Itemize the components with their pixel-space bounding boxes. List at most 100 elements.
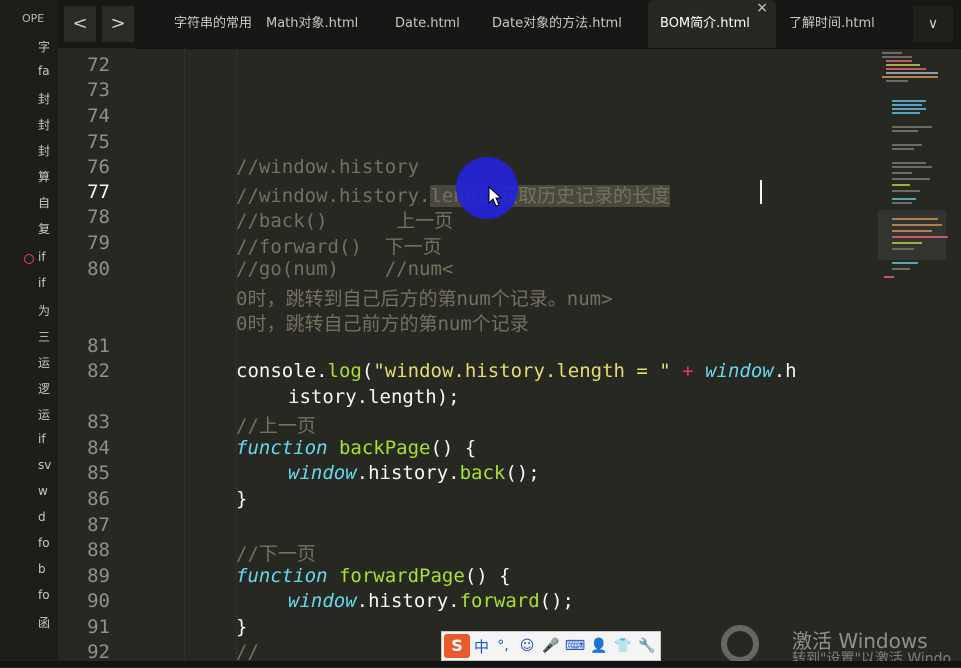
code-line-80-wrap-1: 0时，跳转到自己后方的第num个记录。num> [236,288,613,310]
sidebar-file-item[interactable]: 字 [30,38,56,60]
tab-prev-button[interactable]: < [64,6,96,42]
ime-language-toggle[interactable]: 中 [474,636,489,657]
tab-label: BOM简介.html [660,16,750,31]
code-token: forward [459,590,540,612]
sidebar-file-item[interactable]: if [30,432,56,454]
user-icon[interactable]: 👤 [589,636,609,656]
line-number: 72 [87,54,110,76]
shirt-icon[interactable]: 👕 [613,636,633,656]
microphone-icon[interactable]: 🎤 [541,636,561,656]
keyboard-icon[interactable]: ⌨ [565,636,585,656]
wrench-icon[interactable]: 🔧 [637,636,657,656]
tab-label: Math对象.html [266,16,359,31]
code-line-80-wrap-2: 0时，跳转自己前方的第num个记录 [236,313,529,335]
code-editor[interactable]: //window.history //window.history.length… [136,48,876,667]
sidebar-file-item[interactable]: 函 [30,614,56,636]
code-line-90: window.history.forward(); [288,590,574,612]
line-number: 77 [87,181,110,203]
code-token: .history. [356,462,460,484]
mouse-pointer-icon [488,186,503,207]
line-number: 92 [87,641,110,663]
tab-label: Date对象的方法.html [492,16,622,31]
tab-time[interactable]: 了解时间.html [789,0,899,48]
code-text: //window.history. [236,185,431,207]
sidebar-file-item[interactable]: 三 [30,328,56,350]
sidebar-file-item[interactable]: if [30,250,56,272]
sidebar-file-item[interactable]: sv [30,458,56,480]
sidebar-file-item[interactable]: if [30,276,56,298]
tab-math[interactable]: Math对象.html [266,0,376,48]
line-number: 88 [87,539,110,561]
code-line-92: // [236,641,259,663]
code-token: .history. [356,590,460,612]
line-number: 74 [87,105,110,127]
sidebar-file-item[interactable]: 自 [30,194,56,216]
smile-icon[interactable]: ☺ [517,636,537,656]
code-token: "window.history.length = " [373,360,671,382]
sidebar-file-item[interactable]: 运 [30,354,56,376]
tab-next-button[interactable]: > [102,6,134,42]
tab-list-dropdown[interactable]: ∨ [913,6,953,42]
tab-label: 了解时间.html [789,16,875,31]
tab-label: 字符串的常用 [174,16,253,31]
close-icon[interactable]: × [756,0,768,16]
ime-logo-icon[interactable]: S [444,634,470,658]
indent-guide [184,48,186,667]
sidebar-file-item[interactable]: 逻 [30,380,56,402]
tab-date-methods[interactable]: Date对象的方法.html [492,0,642,48]
code-token: (); [539,590,574,612]
code-line-82: console.log("window.history.length = " +… [236,360,797,382]
line-number: 76 [87,156,110,178]
sidebar-file-item[interactable]: 封 [30,142,56,164]
tab-bom-intro[interactable]: BOM简介.html × [648,0,776,48]
code-line-77: //window.history.length获取历史记录的长度 [236,181,671,208]
sidebar-file-item[interactable]: 为 [30,302,56,324]
tab-date[interactable]: Date.html [395,0,485,48]
code-line-83: //上一页 [236,415,316,437]
code-token: forwardPage [338,565,465,587]
code-token: console [236,360,317,382]
ime-punctuation-toggle[interactable]: °, [493,636,513,656]
code-token: (); [505,462,540,484]
sidebar-file-item[interactable]: 复 [30,220,56,242]
line-number: 84 [87,437,110,459]
line-number-gutter: 72 73 74 75 76 77 78 79 80 81 82 83 84 85 86 87 88 89 90 91… [58,48,136,667]
code-line-88: //下一页 [236,543,316,565]
sidebar-file-item[interactable]: fa [30,64,56,86]
code-token: ( [361,360,374,382]
code-token: () { [430,437,477,459]
line-number: 86 [87,488,110,510]
code-line-82-wrap: istory.length); [288,386,460,408]
code-line-76: //window.history [236,156,420,178]
tab-bar: < > 字符串的常用 Math对象.html Date.html Date对象的… [58,0,961,49]
sidebar-file-item[interactable]: fo [30,588,56,610]
code-token: backPage [338,437,431,459]
sidebar-file-item[interactable]: 封 [30,116,56,138]
minimap[interactable] [878,48,961,298]
text-caret [760,180,762,204]
line-number: 75 [87,131,110,153]
line-number: 79 [87,232,110,254]
line-number: 87 [87,514,110,536]
sidebar-file-item[interactable]: fo [30,536,56,558]
sidebar-file-item[interactable]: 算 [30,168,56,190]
code-line-86: } [236,488,248,510]
ime-toolbar[interactable]: S 中 °, ☺ 🎤 ⌨ 👤 👕 🔧 [441,631,661,661]
sidebar-file-item[interactable]: d [30,510,56,532]
sidebar-file-item[interactable]: b [30,562,56,584]
sidebar-header: OPE [22,12,45,25]
code-token: function [236,565,328,587]
code-token: + [670,360,706,382]
tab-string-methods[interactable]: 字符串的常用 [174,0,264,48]
code-line-80: //go(num) //num< [236,258,454,280]
line-number: 82 [87,360,110,382]
line-number: 85 [87,462,110,484]
cursor-highlight [456,157,518,219]
code-token: () { [464,565,511,587]
sidebar-file-item[interactable]: 运 [30,406,56,428]
tab-label: Date.html [395,16,460,31]
sidebar-file-item[interactable]: 封 [30,90,56,112]
code-token: window [288,462,357,484]
sidebar-file-item[interactable]: w [30,484,56,506]
code-line-78: //back() 上一页 [236,210,454,232]
